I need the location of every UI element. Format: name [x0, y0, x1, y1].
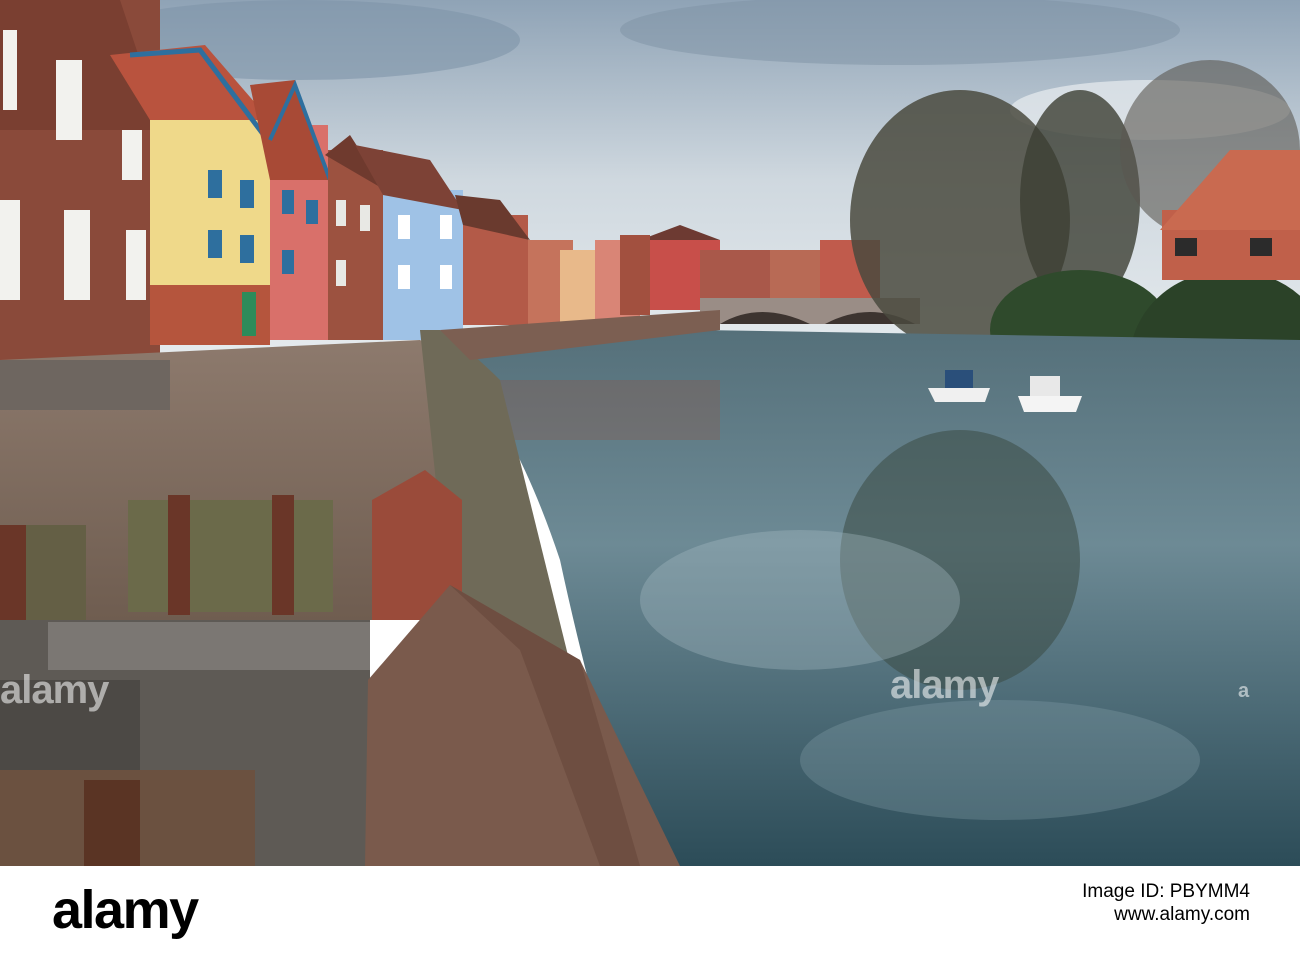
river-scene-photo — [0, 0, 1300, 866]
brand-logo[interactable]: alamy — [52, 880, 199, 940]
watermark-left: alamy — [0, 668, 109, 712]
site-url[interactable]: www.alamy.com — [1082, 903, 1250, 926]
image-id-block: Image ID: PBYMM4 www.alamy.com — [1082, 880, 1250, 926]
watermark-right: a — [1238, 680, 1249, 702]
image-id-label: Image ID: PBYMM4 — [1082, 881, 1250, 902]
steps-foreground — [0, 620, 370, 866]
watermark-center: alamy — [890, 663, 999, 707]
